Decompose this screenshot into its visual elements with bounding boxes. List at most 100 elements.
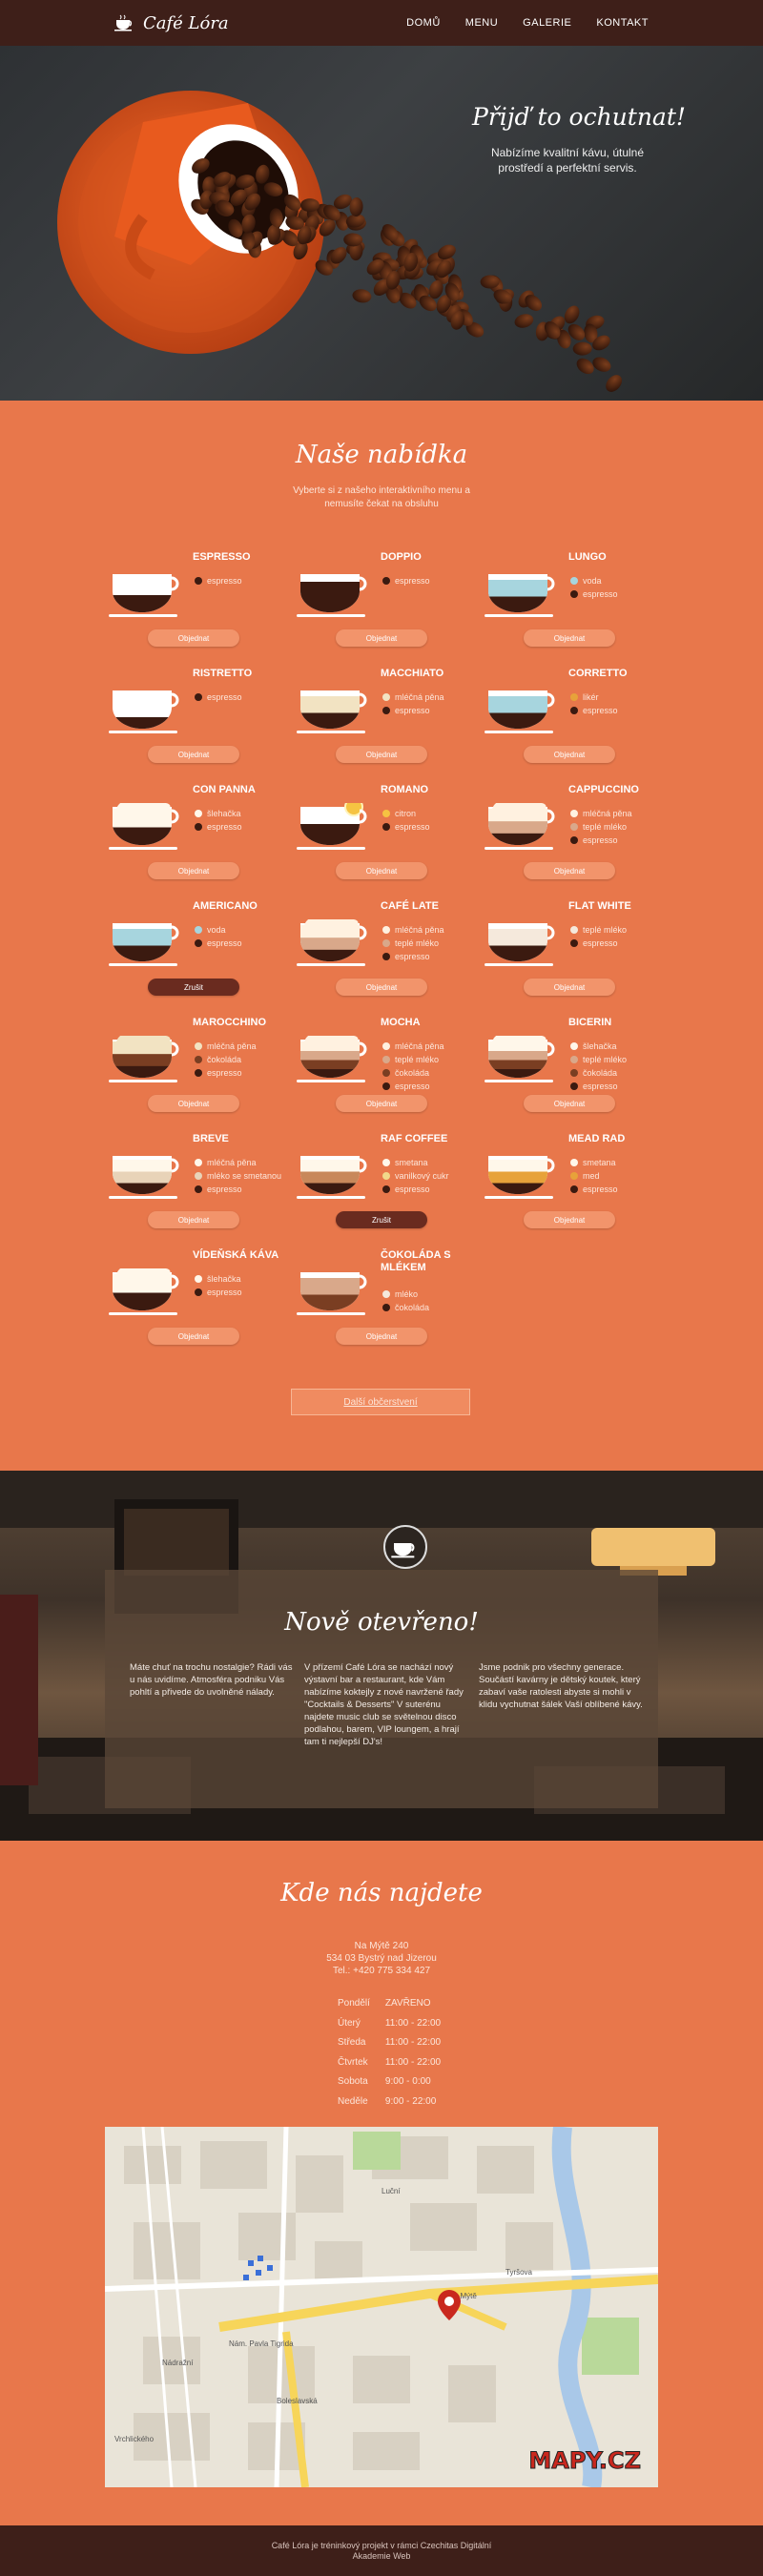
order-button[interactable]: Objednat [336,629,427,647]
cancel-order-button[interactable]: Zrušit [148,979,239,996]
ingredient: čokoláda [382,1301,429,1314]
ingredient: čokoláda [382,1066,444,1080]
order-button[interactable]: Objednat [148,629,239,647]
menu-item-name: VÍDEŇSKÁ KÁVA [193,1249,279,1261]
map[interactable]: Tyršova Na Mýtě Nám. Pavla Tigrida Nádra… [105,2127,658,2487]
hours-day: Čtvrtek [338,2056,368,2068]
ingredient-list: voda espresso [570,574,618,601]
ingredient-color-dot [382,1042,390,1050]
map-provider-logo[interactable]: MAPY.CZ [528,2447,642,2475]
address-phone[interactable]: Tel.: +420 775 334 427 [0,1965,763,1977]
ingredient-color-dot [570,1042,578,1050]
coffee-cup-icon [391,1543,415,1558]
ingredient: čokoláda [570,1066,627,1080]
ingredient-label: mléčná pěna [583,809,632,818]
order-button[interactable]: Objednat [524,862,615,879]
ingredient-label: teplé mléko [583,822,628,832]
ingredient-color-dot [382,1069,390,1077]
ingredient-label: voda [207,925,226,935]
nav-item-kontakt[interactable]: KONTAKT [596,17,649,29]
order-button[interactable]: Objednat [524,1095,615,1112]
hero-subtitle: Nabízíme kvalitní kávu, útulné prostředí… [490,146,645,175]
ingredient: mléčná pěna [570,807,632,820]
order-button[interactable]: Objednat [336,1328,427,1345]
menu-item-bicerin: BICERIN šlehačka teplé mléko čokoláda espres… [481,1017,669,1133]
order-button[interactable]: Objednat [148,1328,239,1345]
menu-item-name: AMERICANO [193,900,258,912]
ingredient-color-dot [382,1290,390,1298]
ingredient-color-dot [570,823,578,831]
news-columns: Máte chuť na trochu nostalgie? Rádi vás … [130,1661,645,1748]
ingredient-color-dot [570,707,578,714]
map-street-label: Nám. Pavla Tigrida [229,2339,294,2348]
cancel-order-button[interactable]: Zrušit [336,1211,427,1228]
ingredient-color-dot [570,577,578,585]
menu-item-marocchino: MAROCCHINO mléčná pěna čokoláda espresso Obj… [105,1017,293,1133]
coffee-cup-icon [114,14,133,31]
ingredient-list: espresso [195,574,242,587]
contact-title: Kde nás najdete [280,1879,483,1907]
ingredient: mléčná pěna [382,923,444,937]
ingredient-label: smetana [395,1158,428,1167]
nav-item-galerie[interactable]: GALERIE [523,17,571,29]
order-button[interactable]: Objednat [336,746,427,763]
menu-item-mocha: MOCHA mléčná pěna teplé mléko čokoláda espre… [293,1017,481,1133]
menu-item-name: CORRETTO [568,668,628,679]
map-pin-icon[interactable] [437,2289,462,2321]
nav-item-domu[interactable]: DOMŮ [406,17,441,29]
hours-row: Úterý 11:00 - 22:00 [338,2015,454,2033]
ingredient-label: mléčná pěna [207,1158,257,1167]
order-button[interactable]: Objednat [336,1095,427,1112]
ingredient-label: espresso [395,576,430,586]
ingredient-label: čokoláda [207,1055,242,1064]
order-button[interactable]: Objednat [336,862,427,879]
ingredient-label: šlehačka [207,1274,241,1284]
coffee-bean [572,341,592,356]
ingredient-list: smetana med espresso [570,1156,618,1196]
menu-item-raf-coffee: RAF COFFEE smetana vanilkový cukr espresso Z… [293,1133,481,1249]
order-button[interactable]: Objednat [524,979,615,996]
order-button[interactable]: Objednat [524,1211,615,1228]
menu-item-name: CON PANNA [193,784,256,795]
ingredient-color-dot [570,1069,578,1077]
ingredient-color-dot [195,939,202,947]
ingredient: espresso [382,574,430,587]
logo[interactable]: Café Lóra [114,13,229,33]
order-button[interactable]: Objednat [148,746,239,763]
order-button[interactable]: Objednat [524,746,615,763]
order-button[interactable]: Objednat [336,979,427,996]
ingredient: šlehačka [570,1040,627,1053]
map-street-label: Boleslavská [277,2397,318,2405]
ingredient-label: citron [395,809,417,818]
ingredient-color-dot [382,810,390,817]
ingredient: espresso [382,1183,449,1196]
nav-item-menu[interactable]: MENU [465,17,498,29]
map-street-label: Luční [382,2187,401,2195]
ingredient: likér [570,690,618,704]
order-button[interactable]: Objednat [148,862,239,879]
news-column-2: V přízemí Café Lóra se nachází nový výst… [304,1662,464,1747]
ingredient: espresso [382,704,444,717]
ingredient-color-dot [382,707,390,714]
order-button[interactable]: Objednat [524,629,615,647]
ingredient: voda [570,574,618,587]
menu-item-name: MOCHA [381,1017,421,1028]
ingredient-label: espresso [207,822,242,832]
order-button[interactable]: Objednat [148,1211,239,1228]
menu-item-cappuccino: CAPPUCCINO mléčná pěna teplé mléko espresso… [481,784,669,900]
ingredient-color-dot [195,693,202,701]
order-button[interactable]: Objednat [148,1095,239,1112]
ingredient-color-dot [570,926,578,934]
ingredient: teplé mléko [570,923,627,937]
ingredient-list: mléčná pěna teplé mléko espresso [570,807,632,847]
hero-coffee-image [57,91,623,392]
menu-item-espresso: ESPRESSO espresso Objednat [105,551,293,668]
ingredient: voda [195,923,242,937]
ingredient-color-dot [195,810,202,817]
site-footer: Café Lóra je tréninkový projekt v rámci … [0,2525,763,2576]
coffee-cup-icon [109,923,179,966]
menu-subtitle: Vyberte si z našeho interaktivního menu … [293,485,470,509]
cafe-interior-section: Nově otevřeno! Máte chuť na trochu nosta… [0,1471,763,1841]
ingredient-label: espresso [395,1082,430,1091]
more-refreshments-button[interactable]: Další občerstvení [291,1389,470,1415]
